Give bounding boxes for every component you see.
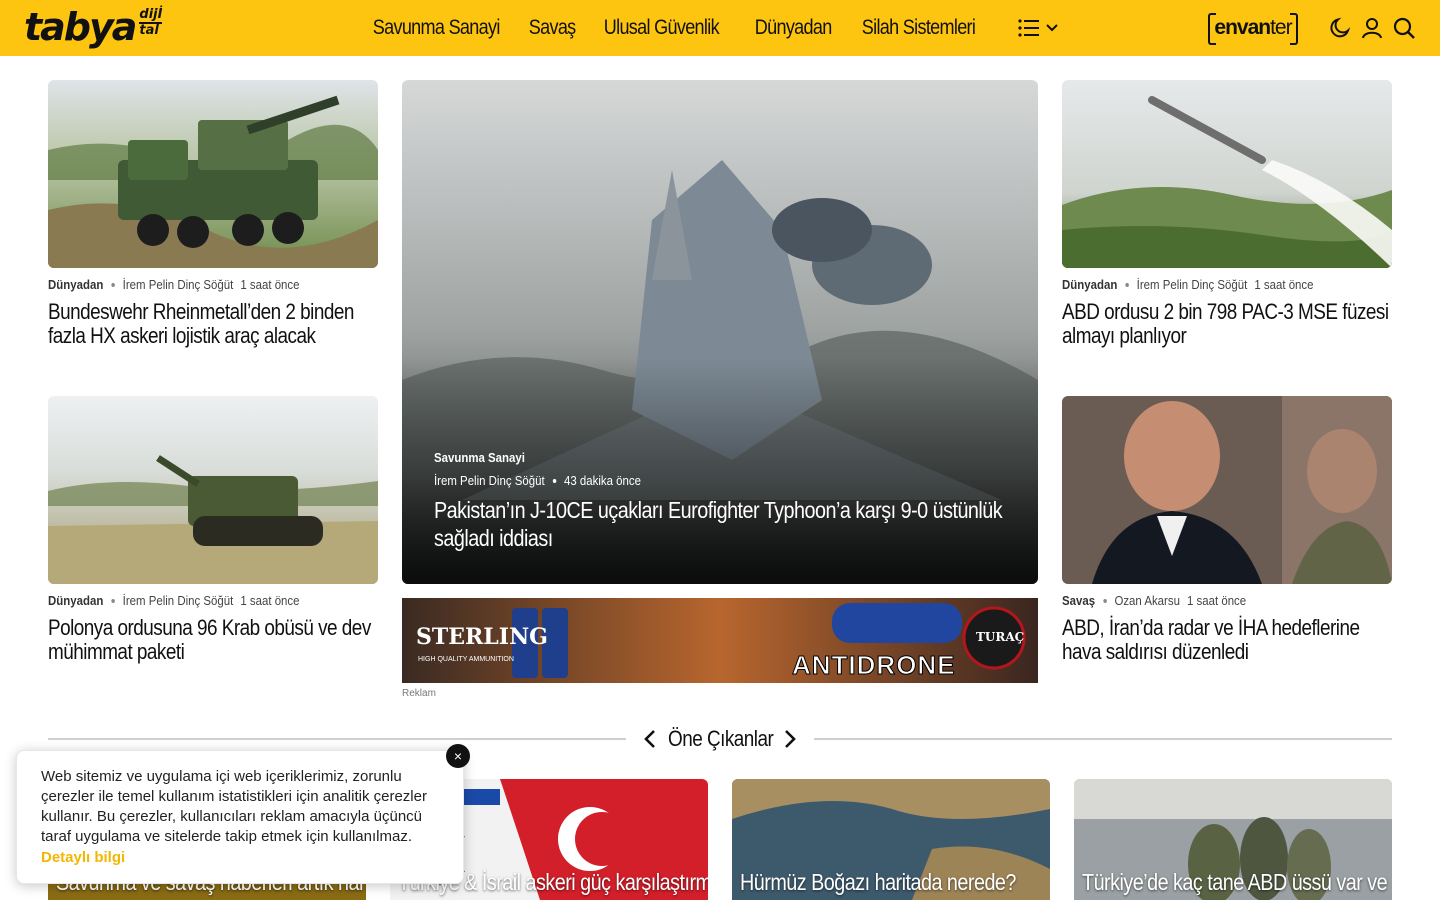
section-divider <box>48 738 626 740</box>
featured-text: Savunma Sanayi İrem Pelin Dinç Söğüt 43 … <box>434 450 1038 552</box>
article-card[interactable]: Dünyadan İrem Pelin Dinç Söğüt 1 saat ön… <box>48 80 378 348</box>
chevron-down-icon <box>1046 24 1058 32</box>
logo-sub: dijİ tal <box>139 7 163 38</box>
article-author[interactable]: Ozan Akarsu <box>1114 593 1180 608</box>
article-meta: Savaş Ozan Akarsu 1 saat önce <box>1062 593 1352 608</box>
nav-dunyadan[interactable]: Dünyadan <box>741 16 845 40</box>
article-image[interactable] <box>48 80 378 268</box>
article-image[interactable] <box>1062 396 1392 584</box>
article-card[interactable]: Savaş Ozan Akarsu 1 saat önce ABD, İran’… <box>1062 396 1392 664</box>
featured-card[interactable]: Hürmüz Boğazı haritada nerede? <box>732 779 1050 900</box>
article-title[interactable]: ABD ordusu 2 bin 798 PAC-3 MSE füzesi al… <box>1062 300 1392 348</box>
nav-savas[interactable]: Savaş <box>515 16 589 40</box>
howitzer-photo <box>48 396 378 584</box>
officer-photo <box>1062 396 1392 584</box>
ad-banner[interactable]: STERLING HIGH QUALITY AMMUNITION ANTIDRO… <box>402 598 1038 683</box>
nav-silah-sistemleri[interactable]: Silah Sistemleri <box>848 16 989 40</box>
envanter-light: ter <box>1270 16 1292 39</box>
chevron-left-icon[interactable] <box>640 728 660 750</box>
logo-sub-bottom: tal <box>139 22 163 38</box>
article-time: 1 saat önce <box>1254 277 1314 292</box>
article-meta: Dünyadan İrem Pelin Dinç Söğüt 1 saat ön… <box>1062 277 1352 292</box>
article-title[interactable]: ABD, İran’da radar ve İHA hedeflerine ha… <box>1062 616 1392 664</box>
cookie-banner: Web sitemiz ve uygulama içi web içerikle… <box>16 750 464 884</box>
truck-photo <box>48 80 378 268</box>
article-title[interactable]: Polonya ordusuna 96 Krab obüsü ve dev mü… <box>48 616 378 664</box>
menu-list-icon <box>1018 19 1039 37</box>
article-time: 1 saat önce <box>240 593 300 608</box>
featured-author[interactable]: İrem Pelin Dinç Söğüt <box>434 473 545 488</box>
article-time: 1 saat önce <box>1186 593 1247 608</box>
cookie-close-button[interactable]: × <box>446 744 470 768</box>
ad-label: Reklam <box>402 688 436 699</box>
article-title[interactable]: Bundeswehr Rheinmetall’den 2 binden fazl… <box>48 300 378 348</box>
article-author[interactable]: İrem Pelin Dinç Söğüt <box>1137 277 1248 292</box>
site-header: tabya dijİ tal Savunma Sanayi Savaş Ulus… <box>0 0 1440 56</box>
featured-card-title: Hürmüz Boğazı haritada nerede? <box>740 869 1016 895</box>
cookie-text: Web sitemiz ve uygulama içi web içerikle… <box>41 768 427 845</box>
article-image[interactable] <box>1062 80 1392 268</box>
featured-card-title: Türkiye’de kaç tane ABD üssü var ve <box>1082 869 1388 895</box>
moon-icon[interactable] <box>1328 16 1352 40</box>
featured-card[interactable]: Türkiye’de kaç tane ABD üssü var ve <box>1074 779 1392 900</box>
logo-wordmark: tabya <box>24 5 137 49</box>
featured-time: 43 dakika önce <box>564 473 641 488</box>
article-author[interactable]: İrem Pelin Dinç Söğüt <box>123 277 234 292</box>
ad-product: ANTIDRONE <box>792 650 956 681</box>
article-meta: Dünyadan İrem Pelin Dinç Söğüt 1 saat ön… <box>48 593 338 608</box>
featured-category[interactable]: Savunma Sanayi <box>434 450 980 465</box>
nav-savunma-sanayi[interactable]: Savunma Sanayi <box>359 16 513 40</box>
article-image[interactable] <box>48 396 378 584</box>
nav-ulusal-guvenlik[interactable]: Ulusal Güvenlik <box>590 16 733 40</box>
envanter-bold: envan <box>1214 16 1271 39</box>
article-meta: Dünyadan İrem Pelin Dinç Söğüt 1 saat ön… <box>48 277 338 292</box>
article-category[interactable]: Dünyadan <box>48 593 103 608</box>
article-author[interactable]: İrem Pelin Dinç Söğüt <box>123 593 234 608</box>
featured-article[interactable]: Savunma Sanayi İrem Pelin Dinç Söğüt 43 … <box>402 80 1038 584</box>
ad-brand-sub: HIGH QUALITY AMMUNITION <box>418 656 514 663</box>
envanter-link[interactable]: envan ter <box>1208 13 1298 45</box>
section-title: Öne Çıkanlar <box>668 726 774 751</box>
article-card[interactable]: Dünyadan İrem Pelin Dinç Söğüt 1 saat ön… <box>1062 80 1392 348</box>
site-logo[interactable]: tabya dijİ tal <box>24 5 163 50</box>
search-icon[interactable] <box>1392 16 1416 40</box>
user-icon[interactable] <box>1360 16 1384 40</box>
featured-title[interactable]: Pakistan’ın J-10CE uçakları Eurofighter … <box>434 496 1019 552</box>
ad-partner: TURAÇ <box>976 630 1025 644</box>
ad-brand: STERLING <box>416 624 548 650</box>
article-card[interactable]: Dünyadan İrem Pelin Dinç Söğüt 1 saat ön… <box>48 396 378 664</box>
article-category[interactable]: Dünyadan <box>1062 277 1117 292</box>
chevron-right-icon[interactable] <box>780 728 800 750</box>
logo-sub-top: dijİ <box>139 7 163 22</box>
article-category[interactable]: Dünyadan <box>48 277 103 292</box>
more-menu-button[interactable] <box>1018 16 1062 40</box>
section-divider <box>814 738 1392 740</box>
featured-meta: İrem Pelin Dinç Söğüt 43 dakika önce <box>434 473 980 488</box>
article-category[interactable]: Savaş <box>1062 593 1095 608</box>
missile-photo <box>1062 80 1392 268</box>
article-time: 1 saat önce <box>240 277 300 292</box>
cookie-details-link[interactable]: Detaylı bilgi <box>41 849 125 866</box>
